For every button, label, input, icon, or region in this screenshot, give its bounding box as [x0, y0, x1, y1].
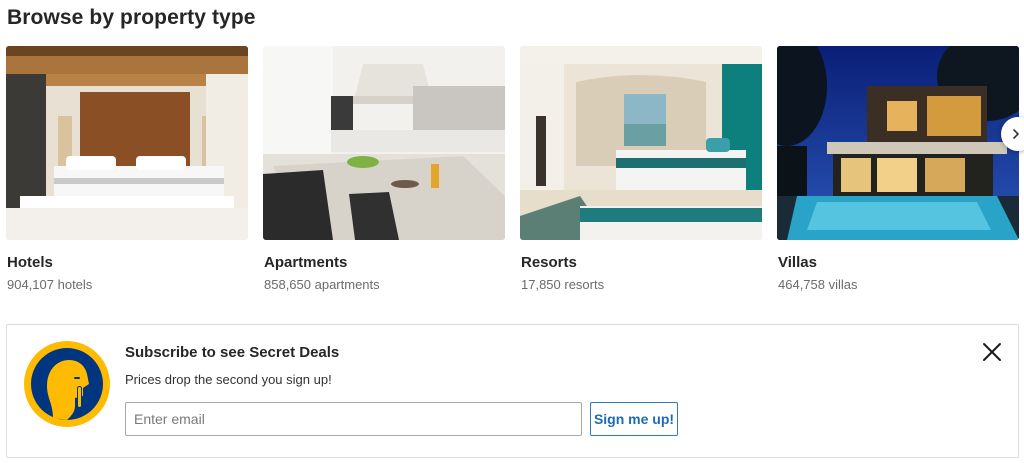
property-name[interactable]: Apartments [264, 254, 347, 271]
resorts-photo[interactable] [520, 46, 762, 240]
property-card-apartments[interactable]: Apartments 858,650 apartments [263, 46, 505, 292]
subscribe-banner: Subscribe to see Secret Deals Prices dro… [6, 324, 1019, 458]
property-type-carousel: Hotels 904,107 hotels Apartments 858,650… [6, 46, 1024, 306]
hotels-photo[interactable] [6, 46, 248, 240]
property-card-villas[interactable]: Villas 464,758 villas [777, 46, 1019, 292]
property-count: 858,650 apartments [264, 277, 380, 292]
sign-up-button[interactable]: Sign me up! [590, 402, 678, 436]
chevron-right-icon [1013, 129, 1019, 139]
subscribe-headline: Subscribe to see Secret Deals [125, 344, 340, 361]
villas-photo[interactable] [777, 46, 1019, 240]
apartments-photo[interactable] [263, 46, 505, 240]
secret-deals-icon [23, 340, 111, 428]
subscribe-subline: Prices drop the second you sign up! [125, 372, 332, 387]
close-banner-button[interactable] [981, 341, 1003, 363]
property-name[interactable]: Hotels [7, 254, 53, 271]
property-count: 17,850 resorts [521, 277, 605, 292]
close-icon [983, 343, 1001, 361]
property-card-resorts[interactable]: Resorts 17,850 resorts [520, 46, 762, 292]
property-count: 904,107 hotels [7, 277, 93, 292]
property-name[interactable]: Resorts [521, 254, 577, 271]
property-name[interactable]: Villas [778, 254, 817, 271]
property-card-hotels[interactable]: Hotels 904,107 hotels [6, 46, 248, 292]
section-title: Browse by property type [7, 6, 256, 29]
property-count: 464,758 villas [778, 277, 858, 292]
email-input[interactable] [125, 402, 582, 436]
